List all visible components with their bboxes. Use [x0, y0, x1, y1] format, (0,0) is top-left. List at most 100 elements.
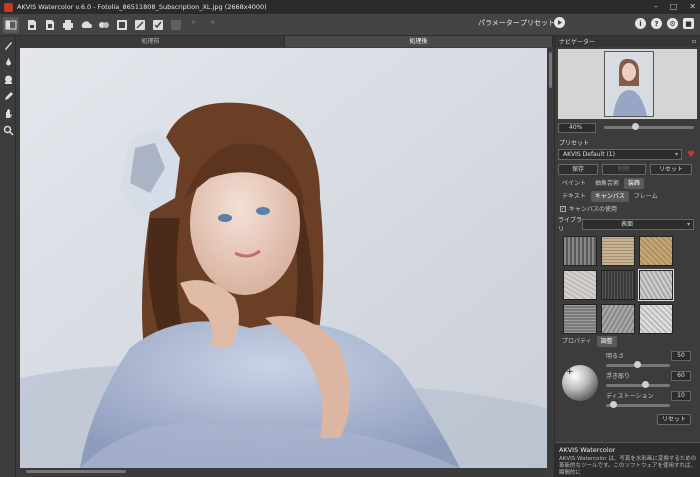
preferences-icon[interactable]: [115, 18, 129, 32]
distortion-value[interactable]: 10: [671, 391, 691, 401]
help-icon[interactable]: ?: [651, 18, 662, 29]
crosshair-icon: +: [566, 367, 574, 377]
run-button[interactable]: [554, 17, 565, 28]
texture-swatch[interactable]: [601, 304, 635, 334]
title-bar: AKVIS Watercolor v.6.0 - Fotolia_8651180…: [0, 0, 700, 14]
texture-swatch[interactable]: [601, 236, 635, 266]
texture-swatch[interactable]: [563, 304, 597, 334]
maximize-button[interactable]: □: [670, 2, 678, 11]
tab-paint[interactable]: ペイント: [558, 178, 590, 189]
main-tabs: ペイント 抽象芸術 装飾: [558, 178, 697, 189]
horizontal-scrollbar[interactable]: [20, 469, 547, 474]
zoom-slider-knob[interactable]: [632, 123, 639, 130]
reset-preset-button[interactable]: リセット: [650, 164, 692, 175]
tab-adjust[interactable]: 調整: [596, 336, 617, 347]
vertical-scrollbar[interactable]: [548, 48, 553, 468]
navigator-preview[interactable]: [558, 49, 697, 119]
collapse-icon[interactable]: ▫: [692, 38, 696, 45]
tab-frame[interactable]: フレーム: [630, 191, 662, 202]
main-toolbar: [0, 14, 700, 36]
library-select[interactable]: 表面 ▾: [582, 218, 694, 230]
help-icons: i ? ⚙ ■: [635, 18, 694, 29]
tab-after[interactable]: 処理後: [285, 36, 553, 47]
texture-swatch[interactable]: [601, 270, 635, 300]
minimize-button[interactable]: –: [654, 2, 658, 11]
save-file-icon[interactable]: [43, 18, 57, 32]
image-canvas[interactable]: [20, 48, 547, 468]
pencil-icon[interactable]: [2, 90, 14, 102]
distortion-knob[interactable]: [610, 401, 617, 408]
horizontal-scroll-thumb[interactable]: [26, 470, 126, 473]
texture-swatch[interactable]: [639, 236, 673, 266]
open-file-icon[interactable]: [25, 18, 39, 32]
preset-buttons: 保存 削除 リセット: [558, 164, 697, 175]
info-text: AKVIS Watercolor は、写真を水彩画に変換するための革新的なツール…: [559, 456, 697, 476]
drop-icon[interactable]: [2, 56, 14, 68]
brush-icon[interactable]: [2, 39, 14, 51]
settings-panel: ナビゲーター ▫ 40% プリセット AKVIS Default (1) ▾ ♥ 保…: [554, 36, 700, 477]
texture-swatch[interactable]: [563, 236, 597, 266]
texture-swatch-selected[interactable]: [638, 269, 674, 301]
image-tabs: 処理前 処理後: [17, 36, 553, 47]
apply-icon[interactable]: [151, 18, 165, 32]
hand-icon[interactable]: [2, 107, 14, 119]
use-canvas-label: キャンバスの使用: [569, 206, 618, 213]
tab-canvas[interactable]: キャンバス: [590, 191, 629, 202]
zoom-select[interactable]: 40%: [558, 122, 596, 133]
vertical-scroll-thumb[interactable]: [549, 52, 552, 88]
library-value: 表面: [621, 220, 634, 228]
workspace-icon[interactable]: [3, 16, 19, 33]
undo-icon[interactable]: [187, 18, 201, 32]
delete-preset-button[interactable]: 削除: [602, 164, 646, 175]
left-toolbar: [0, 36, 16, 477]
tab-abstract[interactable]: 抽象芸術: [591, 178, 623, 189]
edit-icon[interactable]: [133, 18, 147, 32]
print-icon[interactable]: [61, 18, 75, 32]
decoration-tabs: テキスト キャンバス フレーム: [558, 191, 697, 202]
stamp-icon[interactable]: [2, 73, 14, 85]
app-icon: [4, 2, 13, 12]
tab-decoration[interactable]: 装飾: [624, 178, 645, 189]
close-button[interactable]: ✕: [689, 2, 696, 11]
window-title: AKVIS Watercolor v.6.0 - Fotolia_8651180…: [17, 3, 267, 11]
relief-slider[interactable]: [606, 381, 670, 388]
settings-gear-icon[interactable]: ⚙: [667, 18, 678, 29]
info-box: AKVIS Watercolor AKVIS Watercolor は、写真を水…: [555, 442, 700, 477]
tab-properties[interactable]: プロパティ: [558, 336, 596, 347]
presets-tab[interactable]: プリセット: [520, 18, 555, 28]
chevron-down-icon: ▾: [686, 220, 690, 228]
share-icon[interactable]: [79, 18, 93, 32]
relief-label: 浮き彫り: [606, 373, 631, 380]
info-icon[interactable]: i: [635, 18, 646, 29]
zoom-slider[interactable]: [604, 123, 694, 130]
distortion-slider[interactable]: [606, 401, 670, 408]
navigator-thumbnail: [604, 51, 654, 117]
library-row: ライブラリ 表面 ▾: [558, 215, 697, 233]
redo-icon[interactable]: [205, 18, 219, 32]
tab-text[interactable]: テキスト: [558, 191, 590, 202]
watercolor-portrait: [20, 48, 547, 468]
relief-value[interactable]: 60: [671, 371, 691, 381]
batch-icon[interactable]: [97, 18, 111, 32]
parameters-tab[interactable]: パラメーター: [478, 18, 520, 28]
navigator-title: ナビゲーター: [559, 39, 596, 46]
reset-adjust-button[interactable]: リセット: [657, 414, 691, 425]
brightness-slider[interactable]: [606, 361, 670, 368]
preset-select[interactable]: AKVIS Default (1) ▾: [558, 149, 682, 160]
brightness-knob[interactable]: [634, 361, 641, 368]
texture-swatch[interactable]: [563, 270, 597, 300]
accept-icon[interactable]: [169, 18, 183, 32]
brightness-value[interactable]: 50: [671, 351, 691, 361]
use-canvas-checkbox[interactable]: ✓ キャンバスの使用: [560, 204, 695, 213]
relief-knob[interactable]: [642, 381, 649, 388]
news-icon[interactable]: ■: [683, 18, 694, 29]
save-preset-button[interactable]: 保存: [558, 164, 598, 175]
texture-swatch[interactable]: [639, 304, 673, 334]
checkbox-box[interactable]: ✓: [560, 205, 566, 212]
adjust-panel: + 明るさ 50 浮き彫り 60 ディストーション 10 リセット: [558, 349, 697, 427]
zoom-icon[interactable]: [2, 124, 14, 136]
favorite-heart-icon[interactable]: ♥: [687, 150, 695, 160]
chevron-down-icon: ▾: [674, 151, 678, 158]
tab-before[interactable]: 処理前: [17, 36, 285, 47]
light-direction-sphere[interactable]: +: [562, 365, 598, 401]
